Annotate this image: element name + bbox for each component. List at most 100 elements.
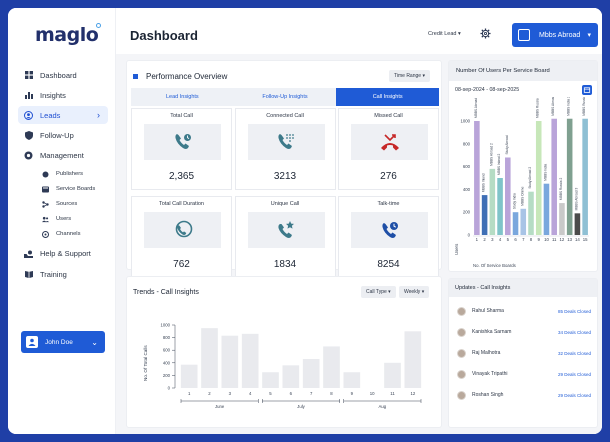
y-axis-label: No. Of Total Calls bbox=[143, 345, 148, 381]
metric-card-unique-call[interactable]: Unique Call 1834 bbox=[234, 196, 336, 278]
sidebar-item-leads[interactable]: Leads › bbox=[18, 106, 108, 125]
performance-title: Performance Overview bbox=[133, 72, 227, 81]
performance-tabs: Lead Insights Follow-Up Insights Call In… bbox=[131, 88, 440, 106]
update-name: Vinayak Tripathi bbox=[472, 371, 508, 377]
phone-dial-icon bbox=[247, 124, 325, 160]
x-tick-label: 11 bbox=[552, 237, 557, 242]
sidebar-item-help-support[interactable]: Help & Support bbox=[18, 245, 108, 263]
time-range-dropdown[interactable]: Time Range ▾ bbox=[389, 70, 430, 82]
users-bar-chart: 1000 800 600 400 200 0 MBBS Abroad 1 MBBS Inland… bbox=[454, 97, 589, 268]
sidebar: maglo Dashboard Insights Leads › Follow-… bbox=[8, 8, 116, 434]
update-name: Kanishka Sarnam bbox=[472, 329, 512, 335]
bar bbox=[384, 362, 401, 388]
channels-icon bbox=[42, 230, 49, 238]
sidebar-sub-item-publishers[interactable]: Publishers bbox=[18, 167, 108, 182]
date-range-text[interactable]: 08-sep-2024 - 08-sep-2025 bbox=[455, 87, 519, 93]
metric-card-talk-time[interactable]: Talk-time 8254 bbox=[338, 196, 439, 278]
bar-label: MBBS India bbox=[543, 164, 547, 181]
update-row[interactable]: Rahul Sharma 85 Deals Closed bbox=[457, 305, 591, 317]
sidebar-item-label: Help & Support bbox=[40, 249, 91, 259]
sidebar-item-management[interactable]: Management bbox=[18, 147, 108, 165]
sidebar-item-dashboard[interactable]: Dashboard bbox=[18, 66, 108, 84]
call-type-dropdown[interactable]: Call Type ▾ bbox=[361, 286, 396, 298]
page-title: Dashboard bbox=[130, 28, 198, 43]
grid-icon bbox=[24, 71, 33, 80]
tab-call-insights[interactable]: Call Insights bbox=[336, 88, 440, 106]
tab-follow-up-insights[interactable]: Follow-Up Insights bbox=[233, 88, 337, 106]
x-tick-label: 8 bbox=[530, 237, 533, 242]
bar-label: MBBS Abroad 2 bbox=[489, 143, 493, 166]
y-tick-label: 400 bbox=[163, 360, 171, 365]
account-box-icon bbox=[518, 29, 530, 41]
group-label: Aug bbox=[379, 404, 387, 409]
phone-timer-icon bbox=[351, 212, 428, 248]
update-row[interactable]: Kanishka Sarnam 34 Deals Closed bbox=[457, 326, 591, 338]
metric-card-total-call-duration[interactable]: Total Call Duration 762 bbox=[131, 196, 232, 278]
y-tick-label: 0 bbox=[468, 233, 471, 238]
sidebar-sub-item-label: Channels bbox=[56, 231, 81, 238]
time-range-label: Time Range bbox=[394, 73, 422, 79]
metric-value: 3213 bbox=[273, 171, 297, 182]
avatar bbox=[457, 306, 466, 316]
top-header: Dashboard Credit Lead ▾ Mbbs Abroad ▾ bbox=[116, 8, 602, 54]
tab-lead-insights[interactable]: Lead Insights bbox=[131, 88, 234, 106]
sidebar-sub-item-channels[interactable]: Channels bbox=[18, 227, 108, 242]
user-circle-icon bbox=[24, 110, 33, 120]
sidebar-sub-item-sources[interactable]: Sources bbox=[18, 197, 108, 212]
y-tick-label: 200 bbox=[163, 373, 171, 378]
metric-card-total-call[interactable]: Total Call 2,365 bbox=[131, 108, 232, 190]
metric-card-connected-call[interactable]: Connected Call 3213 bbox=[234, 108, 336, 190]
x-tick-label: 15 bbox=[583, 237, 588, 242]
bar bbox=[201, 328, 218, 388]
bar bbox=[528, 191, 534, 235]
settings-gear-icon[interactable] bbox=[480, 28, 491, 39]
bar bbox=[543, 183, 550, 235]
x-tick-label: 3 bbox=[491, 237, 494, 242]
sidebar-sub-item-label: Service Boards bbox=[56, 186, 96, 193]
y-tick-label: 600 bbox=[163, 348, 171, 353]
sidebar-item-label: Dashboard bbox=[40, 70, 77, 80]
x-tick-label: 14 bbox=[575, 237, 580, 242]
y-tick-label: 800 bbox=[463, 141, 471, 146]
sidebar-item-training[interactable]: Training bbox=[18, 265, 108, 283]
sidebar-item-label: Leads bbox=[40, 110, 61, 120]
bar bbox=[520, 208, 527, 235]
sidebar-item-label: Management bbox=[40, 151, 84, 161]
update-row[interactable]: Raj Malhotra 32 Deals Closed bbox=[457, 347, 591, 359]
bar-label: MBBS Abroad Agent bbox=[551, 97, 555, 116]
chevron-down-icon: ▾ bbox=[457, 31, 461, 37]
performance-title-text: Performance Overview bbox=[146, 72, 228, 81]
globe-small-icon bbox=[42, 171, 49, 178]
calendar-icon[interactable] bbox=[582, 85, 592, 95]
credit-lead-dropdown[interactable]: Credit Lead ▾ bbox=[428, 31, 461, 37]
main-content: Dashboard Credit Lead ▾ Mbbs Abroad ▾ Pe… bbox=[116, 8, 602, 434]
bar-label: MBBS Inland 2 bbox=[497, 154, 501, 175]
sidebar-sub-item-users[interactable]: Users bbox=[18, 212, 108, 227]
sidebar-item-label: Training bbox=[40, 269, 67, 279]
bar bbox=[505, 157, 511, 235]
account-switch-button[interactable]: Mbbs Abroad ▾ bbox=[512, 23, 598, 47]
x-tick-label: 8 bbox=[330, 391, 333, 396]
sidebar-item-follow-up[interactable]: Follow-Up bbox=[18, 127, 108, 145]
bar bbox=[180, 364, 198, 388]
update-row[interactable]: Roshan Singh 29 Deals Closed bbox=[457, 389, 591, 401]
sidebar-item-insights[interactable]: Insights bbox=[18, 86, 108, 104]
chevron-down-icon: ▾ bbox=[388, 289, 391, 295]
chevron-right-icon: › bbox=[97, 110, 100, 121]
update-name: Raj Malhotra bbox=[472, 350, 501, 356]
y-tick-label: 600 bbox=[463, 164, 471, 169]
user-avatar-icon bbox=[26, 336, 38, 348]
bar bbox=[535, 121, 542, 235]
period-dropdown[interactable]: Weekly ▾ bbox=[399, 286, 430, 298]
globe-icon bbox=[24, 151, 33, 160]
logo[interactable]: maglo bbox=[35, 23, 102, 46]
user-profile-button[interactable]: John Doe ⌄ bbox=[21, 331, 105, 353]
sidebar-sub-item-service-boards[interactable]: Service Boards bbox=[18, 182, 108, 197]
bar bbox=[323, 346, 340, 388]
chevron-down-icon: ▾ bbox=[422, 73, 425, 79]
metric-card-missed-call[interactable]: Missed Call 276 bbox=[338, 108, 439, 190]
update-row[interactable]: Vinayak Tripathi 29 Deals Closed bbox=[457, 368, 591, 380]
bar bbox=[302, 359, 320, 388]
avatar bbox=[457, 327, 466, 337]
users-per-board-panel: Number Of Users Per Service Board 08-sep… bbox=[448, 60, 598, 272]
